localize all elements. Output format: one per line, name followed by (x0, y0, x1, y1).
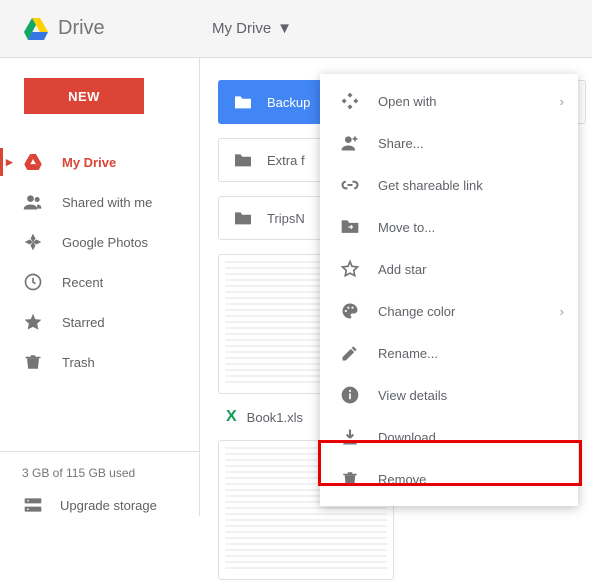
open-with-icon (338, 89, 362, 113)
drive-icon (22, 151, 44, 173)
folder-label: Extra f (267, 153, 305, 168)
breadcrumb[interactable]: My Drive ▼ (200, 20, 292, 37)
move-icon (338, 215, 362, 239)
trash-icon (22, 351, 44, 373)
share-icon (338, 131, 362, 155)
nav-shared[interactable]: Shared with me (0, 182, 199, 222)
logo-area: Drive (0, 17, 200, 40)
folder-icon (233, 94, 253, 110)
menu-label: Change color (378, 304, 455, 319)
clock-icon (22, 271, 44, 293)
storage-icon (22, 494, 44, 516)
new-button-label: NEW (68, 89, 100, 104)
folder-label: Backup (267, 95, 310, 110)
menu-label: Rename... (378, 346, 438, 361)
caret-right-icon: ▸ (6, 154, 13, 170)
menu-label: Move to... (378, 220, 435, 235)
menu-label: Download (378, 430, 436, 445)
menu-remove[interactable]: Remove (320, 458, 578, 500)
link-icon (338, 173, 362, 197)
nav-starred[interactable]: Starred (0, 302, 199, 342)
menu-rename[interactable]: Rename... (320, 332, 578, 374)
nav-my-drive[interactable]: ▸ My Drive (0, 142, 199, 182)
nav: ▸ My Drive Shared with me Google Photos … (0, 142, 199, 451)
menu-shareable-link[interactable]: Get shareable link (320, 164, 578, 206)
photos-icon (22, 231, 44, 253)
app-title: Drive (58, 17, 105, 40)
nav-label: Trash (62, 355, 95, 370)
sidebar: NEW ▸ My Drive Shared with me Google Pho… (0, 58, 200, 516)
nav-label: Starred (62, 315, 105, 330)
breadcrumb-label: My Drive (212, 20, 271, 37)
download-icon (338, 425, 362, 449)
nav-label: My Drive (62, 155, 116, 170)
star-icon (338, 257, 362, 281)
menu-add-star[interactable]: Add star (320, 248, 578, 290)
drive-logo-icon (24, 18, 48, 40)
menu-view-details[interactable]: View details (320, 374, 578, 416)
sheets-icon: X (226, 408, 237, 426)
nav-recent[interactable]: Recent (0, 262, 199, 302)
menu-open-with[interactable]: Open with › (320, 80, 578, 122)
storage-section: 3 GB of 115 GB used Upgrade storage (0, 451, 199, 516)
menu-label: View details (378, 388, 447, 403)
palette-icon (338, 299, 362, 323)
folder-icon (233, 210, 253, 226)
upgrade-label: Upgrade storage (60, 498, 157, 513)
rename-icon (338, 341, 362, 365)
storage-text: 3 GB of 115 GB used (22, 466, 199, 480)
new-button[interactable]: NEW (24, 78, 144, 114)
folder-label: TripsN (267, 211, 305, 226)
nav-label: Google Photos (62, 235, 148, 250)
folder-icon (233, 152, 253, 168)
upgrade-storage[interactable]: Upgrade storage (22, 494, 199, 516)
menu-label: Add star (378, 262, 426, 277)
menu-download[interactable]: Download (320, 416, 578, 458)
trash-icon (338, 467, 362, 491)
nav-label: Recent (62, 275, 103, 290)
dropdown-arrow-icon: ▼ (277, 20, 292, 37)
menu-label: Remove (378, 472, 426, 487)
nav-trash[interactable]: Trash (0, 342, 199, 382)
menu-label: Open with (378, 94, 437, 109)
info-icon (338, 383, 362, 407)
context-menu: Open with › Share... Get shareable link … (320, 74, 578, 506)
people-icon (22, 191, 44, 213)
menu-label: Get shareable link (378, 178, 483, 193)
nav-label: Shared with me (62, 195, 152, 210)
menu-label: Share... (378, 136, 424, 151)
header: Drive My Drive ▼ (0, 0, 592, 58)
submenu-arrow-icon: › (560, 304, 564, 319)
nav-photos[interactable]: Google Photos (0, 222, 199, 262)
submenu-arrow-icon: › (560, 94, 564, 109)
menu-change-color[interactable]: Change color › (320, 290, 578, 332)
file-name: Book1.xls (247, 410, 303, 425)
menu-move-to[interactable]: Move to... (320, 206, 578, 248)
star-icon (22, 311, 44, 333)
menu-share[interactable]: Share... (320, 122, 578, 164)
